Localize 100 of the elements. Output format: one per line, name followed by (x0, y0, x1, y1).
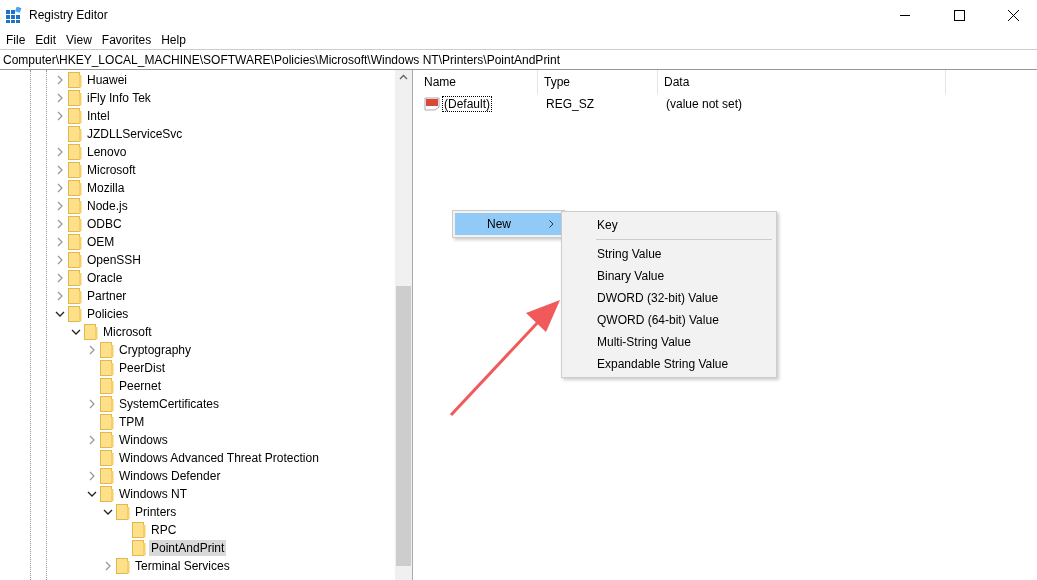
menu-item[interactable]: New (455, 213, 562, 235)
tree-item[interactable]: RPC (149, 522, 179, 538)
tree-item[interactable]: PointAndPrint (149, 540, 227, 556)
tree-item[interactable]: Lenovo (85, 144, 129, 160)
folder-icon (116, 504, 130, 520)
folder-icon (68, 144, 82, 160)
string-value-icon (424, 97, 440, 111)
folder-icon (100, 396, 114, 412)
chevron-right-icon[interactable] (55, 183, 65, 193)
folder-icon (68, 162, 82, 178)
address-bar[interactable]: Computer\HKEY_LOCAL_MACHINE\SOFTWARE\Policies\Microsoft\Windows NT\Printers\PointAndPrint (0, 49, 1037, 70)
table-cell-text: REG_SZ (545, 96, 595, 112)
tree-item[interactable]: ODBC (85, 216, 124, 232)
folder-icon (68, 126, 82, 142)
chevron-right-icon[interactable] (55, 111, 65, 121)
folder-icon (68, 288, 82, 304)
tree-item[interactable]: JZDLLServiceSvc (85, 126, 185, 142)
tree-item[interactable]: Windows NT (117, 486, 189, 502)
chevron-right-icon[interactable] (103, 561, 113, 571)
chevron-right-icon[interactable] (55, 165, 65, 175)
folder-icon (100, 486, 114, 502)
chevron-right-icon[interactable] (87, 471, 97, 481)
chevron-right-icon[interactable] (55, 147, 65, 157)
chevron-right-icon[interactable] (55, 219, 65, 229)
table-cell: (Default) (442, 96, 492, 112)
tree-item[interactable]: PeerDist (117, 360, 167, 376)
folder-icon (100, 468, 114, 484)
menu-item[interactable]: Expandable String Value (564, 353, 774, 375)
menu-item[interactable]: DWORD (32-bit) Value (564, 287, 774, 309)
chevron-right-icon[interactable] (55, 273, 65, 283)
tree-item[interactable]: TPM (117, 414, 147, 430)
scrollbar[interactable] (395, 70, 412, 580)
chevron-down-icon[interactable] (103, 507, 113, 517)
tree-item[interactable]: SystemCertificates (117, 396, 222, 412)
menu-item[interactable]: View (62, 32, 98, 47)
tree-item[interactable]: Partner (85, 288, 129, 304)
column-header[interactable]: Data (658, 70, 946, 94)
folder-icon (116, 558, 130, 574)
folder-icon (68, 252, 82, 268)
tree-item[interactable]: Intel (85, 108, 112, 124)
menu-item[interactable]: QWORD (64-bit) Value (564, 309, 774, 331)
tree-item[interactable]: Oracle (85, 270, 125, 286)
folder-icon (68, 270, 82, 286)
folder-icon (100, 342, 114, 358)
chevron-right-icon[interactable] (55, 255, 65, 265)
tree-item[interactable]: Microsoft (101, 324, 154, 340)
folder-icon (68, 108, 82, 124)
tree-item[interactable]: Printers (133, 504, 179, 520)
tree-item[interactable]: Peernet (117, 378, 164, 394)
chevron-right-icon[interactable] (87, 435, 97, 445)
tree-item[interactable]: Cryptography (117, 342, 194, 358)
folder-icon (68, 216, 82, 232)
tree-item[interactable]: OpenSSH (85, 252, 144, 268)
tree-item[interactable]: Windows (117, 432, 170, 448)
menu-item[interactable]: Binary Value (564, 265, 774, 287)
folder-icon (132, 540, 146, 556)
folder-icon (100, 432, 114, 448)
menu-item[interactable]: String Value (564, 243, 774, 265)
folder-icon (100, 450, 114, 466)
tree-item[interactable]: OEM (85, 234, 117, 250)
chevron-right-icon[interactable] (87, 345, 97, 355)
tree-item[interactable]: iFly Info Tek (85, 90, 153, 106)
chevron-right-icon[interactable] (55, 291, 65, 301)
folder-icon (100, 414, 114, 430)
column-header[interactable]: Name (418, 70, 538, 94)
folder-icon (132, 522, 146, 538)
folder-icon (68, 234, 82, 250)
menu-item[interactable]: Edit (31, 32, 63, 47)
chevron-right-icon[interactable] (87, 399, 97, 409)
chevron-right-icon[interactable] (55, 93, 65, 103)
column-header[interactable]: Type (538, 70, 658, 94)
window-title: Registry Editor (29, 8, 109, 22)
chevron-down-icon[interactable] (71, 327, 81, 337)
folder-icon (68, 180, 82, 196)
tree-item[interactable]: Node.js (85, 198, 130, 214)
menu-item[interactable]: Multi-String Value (564, 331, 774, 353)
chevron-right-icon[interactable] (55, 75, 65, 85)
table-cell-text: (value not set) (665, 96, 744, 112)
folder-icon (84, 324, 98, 340)
chevron-right-icon[interactable] (55, 237, 65, 247)
maximize-icon (954, 9, 965, 21)
folder-icon (100, 360, 114, 376)
folder-icon (100, 378, 114, 394)
menu-item[interactable]: Key (564, 214, 774, 236)
chevron-right-icon[interactable] (55, 201, 65, 211)
tree-item[interactable]: Microsoft (85, 162, 138, 178)
tree-item[interactable]: Huawei (85, 72, 130, 88)
close-icon (1008, 9, 1019, 21)
tree-item[interactable]: Windows Defender (117, 468, 223, 484)
menu-item[interactable]: File (2, 32, 32, 47)
tree-item[interactable]: Terminal Services (133, 558, 232, 574)
folder-icon (68, 198, 82, 214)
menu-item[interactable]: Favorites (97, 32, 158, 47)
tree-item[interactable]: Policies (85, 306, 131, 322)
menu-item[interactable]: Help (157, 32, 192, 47)
chevron-down-icon[interactable] (87, 489, 97, 499)
tree-item[interactable]: Windows Advanced Threat Protection (117, 450, 321, 466)
tree-item[interactable]: Mozilla (85, 180, 127, 196)
chevron-down-icon[interactable] (55, 309, 65, 319)
folder-icon (68, 90, 82, 106)
